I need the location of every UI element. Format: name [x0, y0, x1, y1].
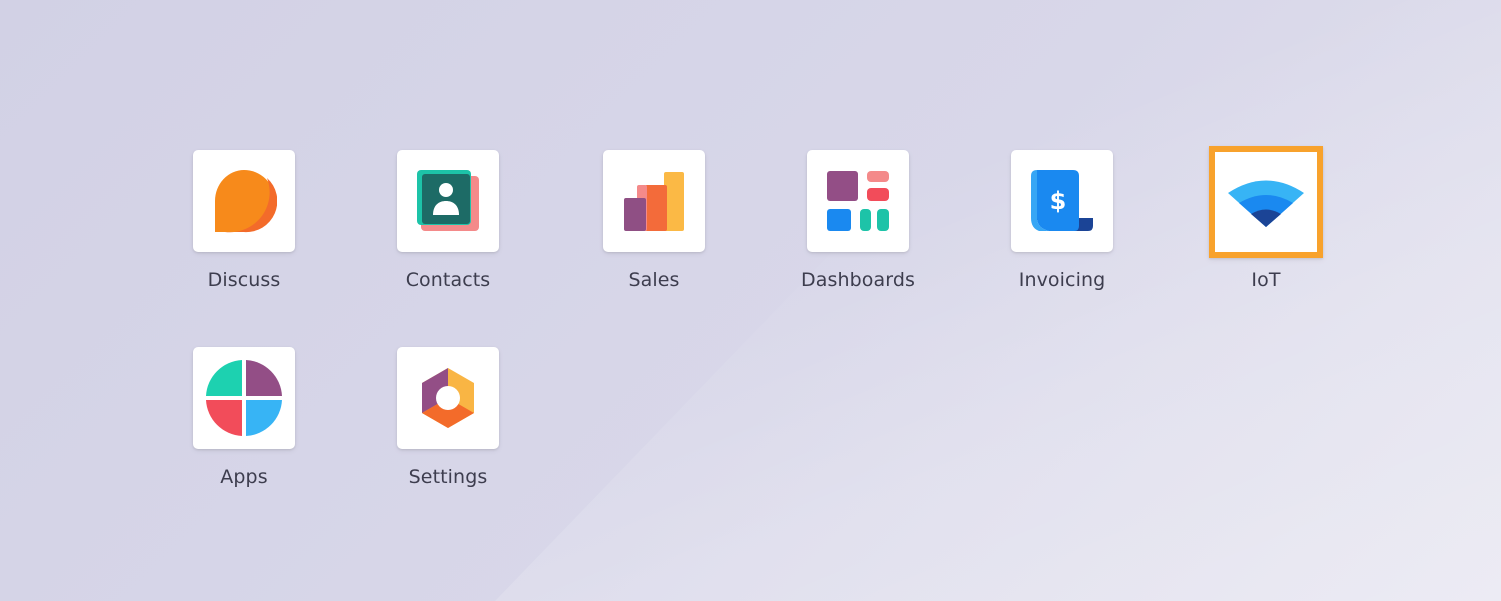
app-icon-box-sales[interactable] [603, 150, 705, 252]
svg-text:$: $ [1050, 187, 1067, 215]
apps-icon [206, 360, 282, 436]
app-icon-box-dashboards[interactable] [807, 150, 909, 252]
app-label-settings: Settings [408, 466, 488, 488]
app-icon-box-discuss[interactable] [193, 150, 295, 252]
app-tile-apps[interactable]: Apps [179, 347, 309, 507]
app-label-iot: IoT [1251, 269, 1281, 291]
app-label-invoicing: Invoicing [1018, 269, 1106, 291]
app-icon-box-invoicing[interactable]: $ [1011, 150, 1113, 252]
app-label-dashboards: Dashboards [801, 269, 915, 291]
app-icon-box-contacts[interactable] [397, 150, 499, 252]
app-icon-box-settings[interactable] [397, 347, 499, 449]
contacts-icon [417, 170, 479, 231]
discuss-icon [215, 170, 277, 233]
app-label-sales: Sales [628, 269, 680, 291]
app-tile-iot[interactable]: IoT [1201, 146, 1331, 310]
app-label-apps: Apps [220, 466, 268, 488]
app-icon-box-iot[interactable] [1209, 146, 1323, 258]
sales-icon [624, 172, 684, 231]
app-tile-settings[interactable]: Settings [383, 347, 513, 507]
app-grid: Discuss Contacts Sales Dashboards $ Invo… [0, 0, 1501, 601]
iot-icon [1228, 180, 1304, 227]
dashboards-icon [827, 171, 889, 231]
app-tile-discuss[interactable]: Discuss [179, 150, 309, 310]
app-icon-box-apps[interactable] [193, 347, 295, 449]
app-tile-sales[interactable]: Sales [589, 150, 719, 310]
app-label-contacts: Contacts [405, 269, 491, 291]
app-label-discuss: Discuss [207, 269, 281, 291]
app-tile-contacts[interactable]: Contacts [383, 150, 513, 310]
settings-icon [422, 368, 474, 428]
app-tile-invoicing[interactable]: $ Invoicing [997, 150, 1127, 310]
invoicing-icon: $ [1031, 170, 1093, 231]
app-tile-dashboards[interactable]: Dashboards [793, 150, 923, 310]
